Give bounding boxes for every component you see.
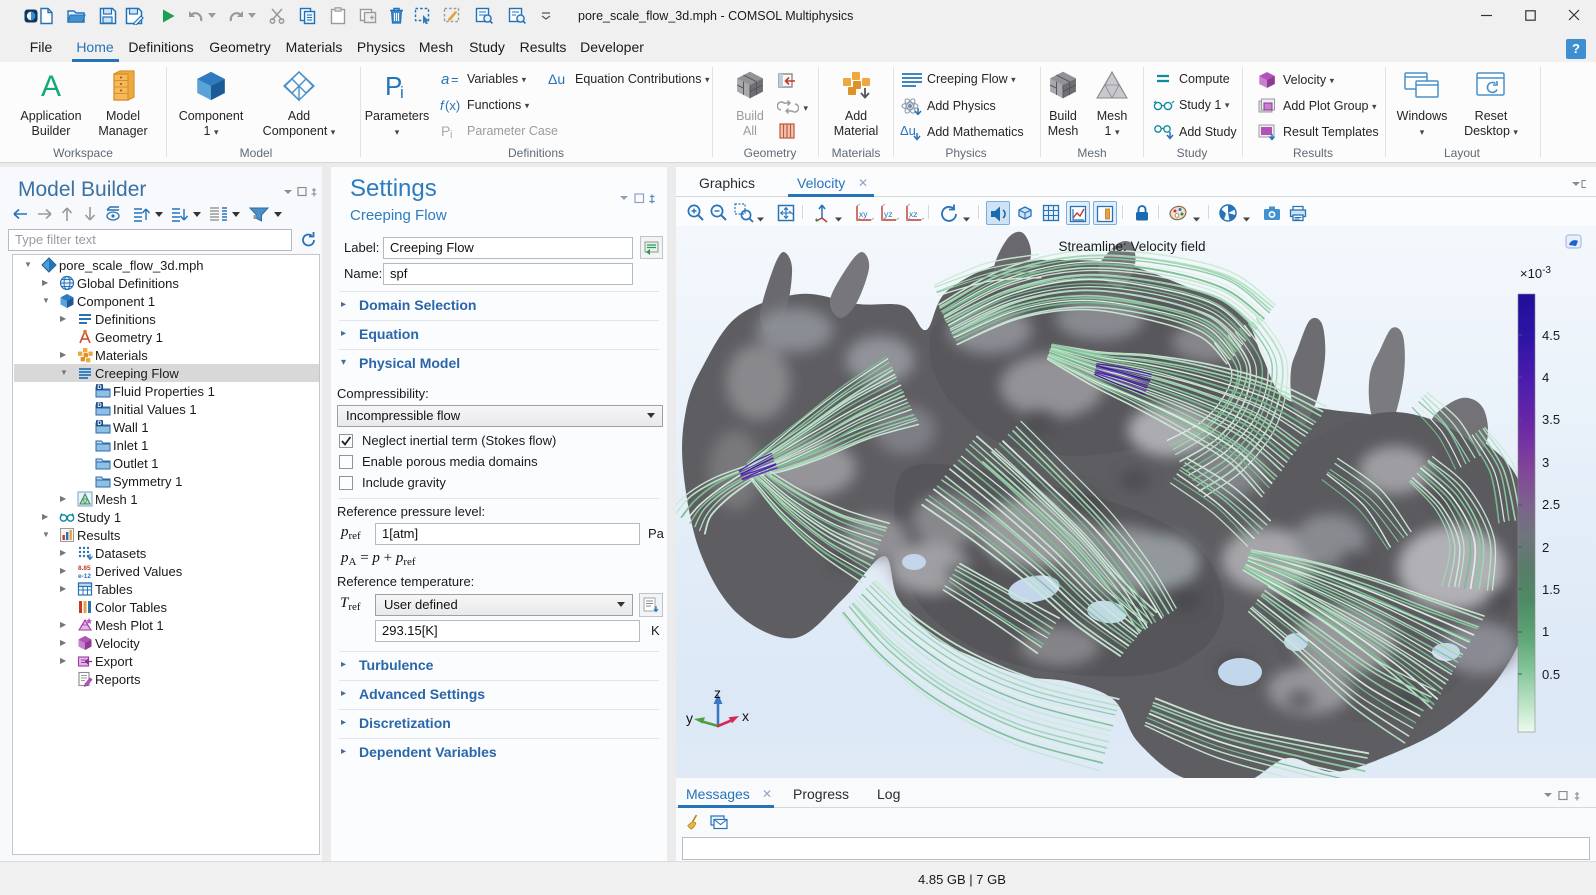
svg-text:z: z [714,685,721,701]
svg-text:xy: xy [859,209,868,219]
svg-text:Streamline: Velocity field: Streamline: Velocity field [1058,239,1205,254]
svg-text:8.85: 8.85 [78,565,91,572]
svg-text:a: a [441,71,449,87]
svg-text:2: 2 [1542,540,1549,555]
svg-text:3: 3 [1542,455,1549,470]
svg-text:2.5: 2.5 [1542,497,1560,512]
svg-text:yz: yz [884,209,893,219]
svg-text:=: = [451,72,459,87]
svg-text:Δu: Δu [548,71,565,87]
svg-text:i: i [400,83,404,102]
svg-text:0.5: 0.5 [1542,667,1560,682]
svg-text:xz: xz [909,209,918,219]
svg-text:A: A [41,70,61,102]
svg-text:D: D [97,385,102,391]
svg-text:D: D [97,403,102,409]
svg-text:4.5: 4.5 [1542,328,1560,343]
svg-text:1.5: 1.5 [1542,582,1560,597]
svg-text:y: y [686,710,693,726]
svg-text:(x): (x) [445,98,460,113]
svg-text:Δu: Δu [900,123,916,138]
svg-text:1: 1 [1542,624,1549,639]
svg-text:3.5: 3.5 [1542,412,1560,427]
svg-text:4: 4 [1542,370,1549,385]
svg-text:x: x [742,708,749,724]
svg-text:D: D [97,421,102,427]
svg-text:P: P [441,123,450,139]
svg-text:i: i [450,129,452,139]
svg-text:e-12: e-12 [78,573,91,579]
